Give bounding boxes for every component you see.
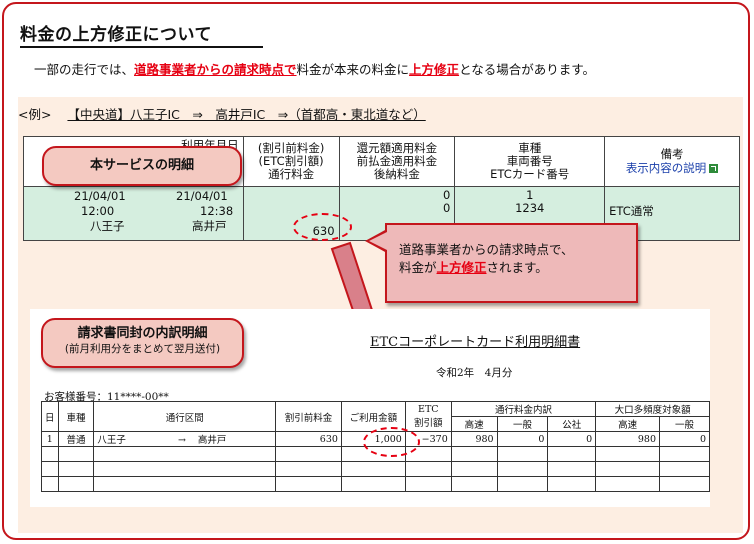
page-title: 料金の上方修正について: [20, 25, 212, 45]
invoice-label-line2: (前月利用分をまとめて翌月送付): [64, 342, 221, 355]
header-bulk-highway: 高速: [595, 416, 661, 432]
header-section: 通行区間: [93, 401, 277, 432]
exit-ic: 高井戸: [192, 219, 227, 233]
example-line: <例> 【中央道】八王子IC ⇒ 高井戸IC ⇒（首都高・東北道など）: [18, 104, 426, 123]
intro-part2: 料金が本来の料金に: [296, 62, 410, 77]
entry-ic: 八王子: [90, 219, 125, 233]
intro-text: 一部の走行では、道路事業者からの請求時点で料金が本来の料金に上方修正となる場合が…: [34, 59, 595, 78]
example-route: 【中央道】八王子IC ⇒ 高井戸IC ⇒（首都高・東北道など）: [67, 107, 426, 122]
row-highway: 980: [450, 431, 498, 447]
exit-time: 12:38: [200, 204, 234, 218]
header-etc-discount: ETC 割引額: [404, 401, 452, 432]
header-bulk-target: 大口多頻度対象額: [595, 401, 710, 417]
example-label: <例>: [18, 107, 52, 122]
vehicle-number: 1234: [515, 201, 545, 216]
invoice-header-row-1: 日 車種 通行区間 割引前料金 ご利用金額 ETC 割引額 通行料金内訳 大口多頻…: [41, 401, 710, 432]
amount-highlight-ellipse: [363, 427, 420, 457]
row-bulk-highway: 980: [595, 431, 661, 447]
header-applied-fee: 還元額適用料金 前払金適用料金 後納料金: [338, 136, 456, 187]
header-highway: 高速: [450, 416, 498, 432]
exit-date: 21/04/01: [176, 189, 228, 203]
invoice-empty-row: [41, 476, 710, 492]
header-toll: (割引前料金) (ETC割引額) 通行料金: [242, 136, 340, 187]
row-general: 0: [496, 431, 549, 447]
page-frame: 料金の上方修正について 一部の走行では、道路事業者からの請求時点で料金が本来の料…: [2, 2, 750, 540]
usage-dates-cell: 21/04/01 21/04/01 12:00 12:38 八王子 高井戸: [23, 186, 244, 241]
row-bulk-general: 0: [659, 431, 710, 447]
row-public: 0: [547, 431, 597, 447]
header-remarks: 備考 表示内容の説明: [604, 136, 740, 187]
callout-line1: 道路事業者からの請求時点で、: [399, 242, 574, 257]
applied-fee-1: 0: [443, 188, 451, 202]
header-type: 車種: [57, 401, 95, 432]
header-pre-discount: 割引前料金: [275, 401, 342, 432]
header-toll-breakdown: 通行料金内訳: [450, 401, 597, 417]
intro-highlight2: 上方修正: [409, 62, 460, 77]
invoice-title: ETCコーポレートカード利用明細書: [370, 335, 581, 350]
callout-tail-inner: [369, 232, 387, 250]
remark-value: ETC通常: [609, 204, 654, 218]
callout-line2: 料金が上方修正されます。: [399, 260, 548, 276]
intro-part1: 一部の走行では、: [34, 62, 135, 77]
row-section: 八王子 → 高井戸: [93, 431, 277, 447]
applied-fee-2: 0: [443, 201, 451, 216]
entry-time: 12:00: [81, 204, 115, 218]
header-public: 公社: [547, 416, 597, 432]
title-underline: [20, 46, 263, 48]
external-link-icon: [709, 163, 719, 173]
invoice-date: 令和2年 4月分: [436, 367, 513, 379]
header-general: 一般: [496, 416, 549, 432]
display-description-link[interactable]: 表示内容の説明: [605, 161, 739, 175]
entry-date: 21/04/01: [74, 189, 126, 203]
row-day: 1: [41, 431, 59, 447]
service-statement-label: 本サービスの明細: [42, 146, 242, 186]
invoice-label-line1: 請求書同封の内訳明細: [77, 326, 208, 341]
intro-part3: となる場合があります。: [459, 62, 595, 77]
callout-highlight: 上方修正: [436, 260, 487, 276]
invoice-empty-row: [41, 461, 710, 477]
row-pre-discount: 630: [275, 431, 342, 447]
row-type: 普通: [57, 431, 95, 447]
invoice-statement-label: 請求書同封の内訳明細 (前月利用分をまとめて翌月送付): [41, 318, 244, 368]
header-day: 日: [41, 401, 59, 432]
header-bulk-general: 一般: [659, 416, 710, 432]
intro-highlight1: 道路事業者からの請求時点で: [134, 62, 297, 77]
header-vehicle: 車種 車両番号 ETCカード番号: [454, 136, 606, 187]
callout-box: 道路事業者からの請求時点で、 料金が上方修正されます。: [385, 223, 638, 303]
